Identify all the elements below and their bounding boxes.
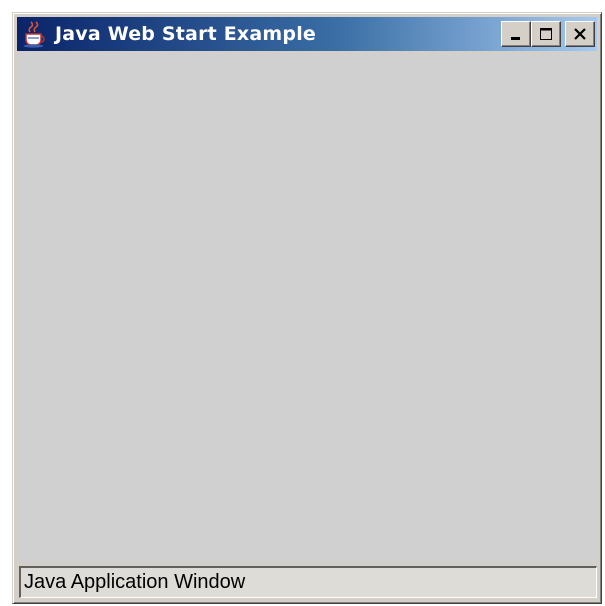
close-icon [574,28,586,40]
maximize-icon [540,28,552,40]
window-controls [501,21,595,47]
client-area[interactable] [17,53,597,563]
application-window: Java Web Start Example Java Application … [12,12,602,604]
title-bar[interactable]: Java Web Start Example [17,17,597,51]
maximize-button[interactable] [531,21,561,47]
status-bar: Java Application Window [19,566,597,598]
status-text: Java Application Window [24,571,246,593]
minimize-button[interactable] [501,21,531,47]
window-title: Java Web Start Example [55,23,317,45]
minimize-icon [511,37,520,40]
java-cup-icon[interactable] [21,20,49,48]
close-button[interactable] [565,21,595,47]
